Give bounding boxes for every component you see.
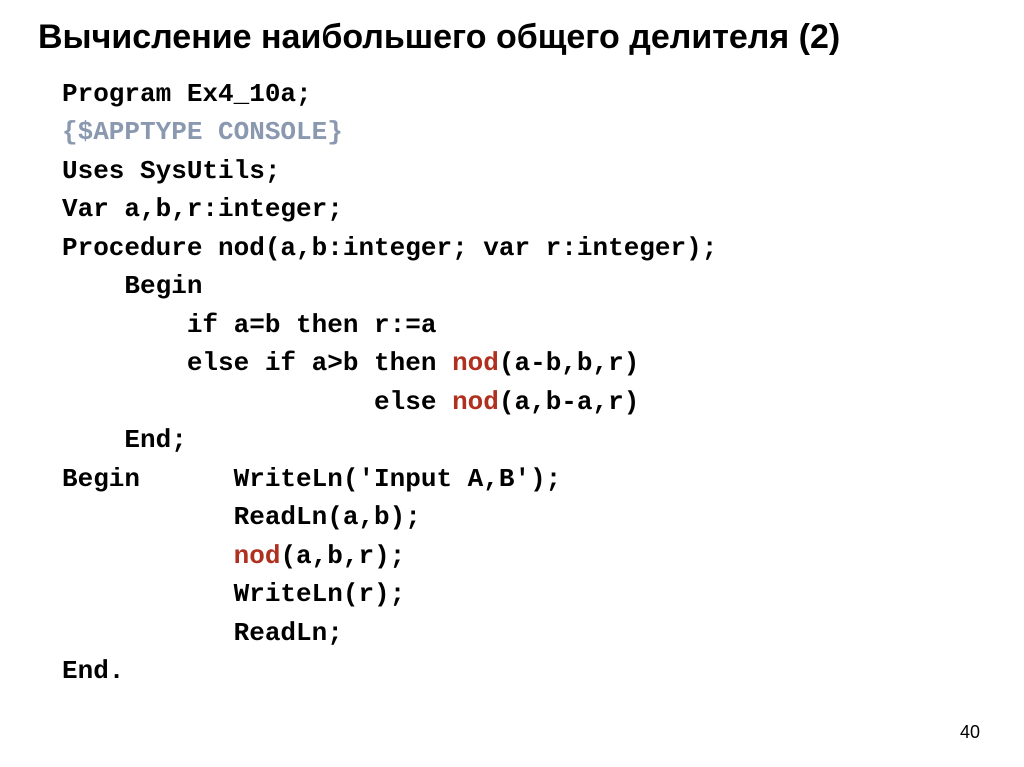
code-line-part: else if a>b then (62, 348, 452, 378)
code-line-part: (a-b,b,r) (499, 348, 639, 378)
code-line: WriteLn(r); (62, 579, 405, 609)
code-call: nod (234, 541, 281, 571)
code-line: Var a,b,r:integer; (62, 194, 343, 224)
code-line: Begin (62, 271, 202, 301)
code-block: Program Ex4_10a; {$APPTYPE CONSOLE} Uses… (0, 57, 1024, 691)
code-line: if a=b then r:=a (62, 310, 436, 340)
code-line: ReadLn; (62, 618, 343, 648)
code-call: nod (452, 387, 499, 417)
code-line-part: else (62, 387, 452, 417)
code-line-part: (a,b,r); (280, 541, 405, 571)
code-line: Procedure nod(a,b:integer; var r:integer… (62, 233, 717, 263)
slide-title: Вычисление наибольшего общего делителя (… (0, 0, 1024, 57)
code-line-part (62, 541, 234, 571)
code-call: nod (452, 348, 499, 378)
code-line: Begin WriteLn('Input A,B'); (62, 464, 561, 494)
code-line: ReadLn(a,b); (62, 502, 421, 532)
code-line: End. (62, 656, 124, 686)
code-line: Uses SysUtils; (62, 156, 280, 186)
page-number: 40 (960, 722, 980, 743)
code-directive: {$APPTYPE CONSOLE} (62, 117, 343, 147)
code-line: Program Ex4_10a; (62, 79, 312, 109)
code-line-part: (a,b-a,r) (499, 387, 639, 417)
code-line: End; (62, 425, 187, 455)
